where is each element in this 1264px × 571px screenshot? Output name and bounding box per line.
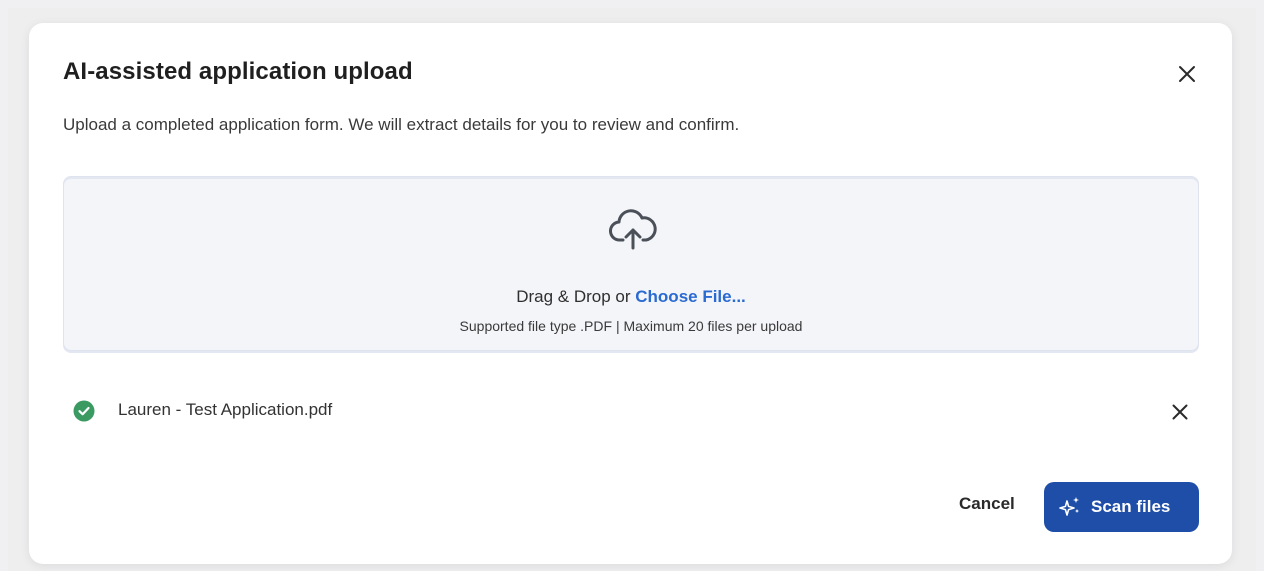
scan-files-label: Scan files (1091, 497, 1171, 516)
choose-file-link[interactable]: Choose File... (635, 287, 746, 306)
check-circle-icon (73, 400, 95, 422)
dropzone-instructions: Drag & Drop or Choose File... (64, 287, 1198, 307)
cancel-button[interactable]: Cancel (959, 494, 1015, 514)
supported-file-info: Supported file type .PDF | Maximum 20 fi… (459, 318, 803, 334)
close-icon (1179, 66, 1195, 82)
drag-drop-text: Drag & Drop or (516, 287, 631, 306)
close-dialog-button[interactable] (1176, 63, 1198, 85)
uploaded-file-row: Lauren - Test Application.pdf (73, 397, 1199, 425)
dialog-title: AI-assisted application upload (63, 58, 413, 85)
upload-dialog: AI-assisted application upload Upload a … (29, 23, 1232, 564)
dialog-subtitle: Upload a completed application form. We … (63, 115, 740, 134)
scan-files-button[interactable]: Scan files (1044, 482, 1199, 532)
close-icon (1172, 404, 1188, 420)
sparkle-icon (1059, 497, 1079, 516)
file-dropzone[interactable]: Drag & Drop or Choose File... Supported … (63, 176, 1199, 351)
remove-file-button[interactable] (1170, 402, 1190, 422)
file-name: Lauren - Test Application.pdf (118, 400, 333, 419)
cloud-upload-icon (609, 209, 657, 250)
